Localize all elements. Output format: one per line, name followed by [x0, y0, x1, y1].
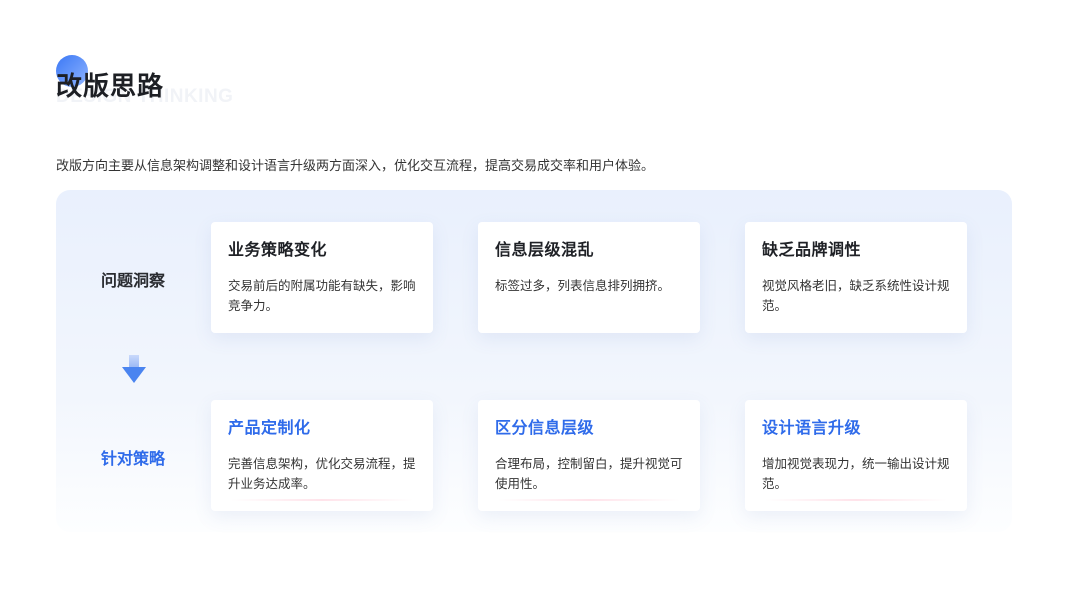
strategy-card-design-language: 设计语言升级 增加视觉表现力，统一输出设计规范。 — [745, 400, 967, 511]
problems-row-label: 问题洞察 — [100, 271, 165, 290]
card-title: 设计语言升级 — [762, 418, 862, 437]
card-title: 业务策略变化 — [228, 240, 328, 259]
card-title: 信息层级混乱 — [495, 240, 595, 259]
problem-card-brand: 缺乏品牌调性 视觉风格老旧，缺乏系统性设计规范。 — [745, 222, 967, 333]
card-description: 标签过多，列表信息排列拥挤。 — [495, 278, 671, 293]
strategies-row-label: 针对策略 — [100, 449, 165, 468]
card-description: 交易前后的附属功能有缺失，影响竞争力。 — [228, 278, 416, 313]
arrow-down-icon — [122, 355, 146, 385]
page-subtitle: 改版方向主要从信息架构调整和设计语言升级两方面深入，优化交互流程，提高交易成交率… — [56, 159, 655, 174]
problem-card-hierarchy: 信息层级混乱 标签过多，列表信息排列拥挤。 — [478, 222, 700, 333]
card-description: 完善信息架构，优化交易流程，提升业务达成率。 — [228, 456, 416, 491]
strategy-card-customization: 产品定制化 完善信息架构，优化交易流程，提升业务达成率。 — [211, 400, 433, 511]
problem-card-business: 业务策略变化 交易前后的附属功能有缺失，影响竞争力。 — [211, 222, 433, 333]
page-title: 改版思路 — [56, 72, 165, 102]
card-title: 产品定制化 — [228, 418, 311, 437]
card-description: 增加视觉表现力，统一输出设计规范。 — [762, 456, 950, 491]
page-header: DESIGN THINKING 改版思路 — [56, 52, 356, 112]
card-description: 合理布局，控制留白，提升视觉可使用性。 — [495, 456, 683, 491]
card-title: 缺乏品牌调性 — [762, 240, 862, 259]
card-description: 视觉风格老旧，缺乏系统性设计规范。 — [762, 278, 950, 313]
strategy-card-hierarchy: 区分信息层级 合理布局，控制留白，提升视觉可使用性。 — [478, 400, 700, 511]
card-title: 区分信息层级 — [495, 418, 595, 437]
